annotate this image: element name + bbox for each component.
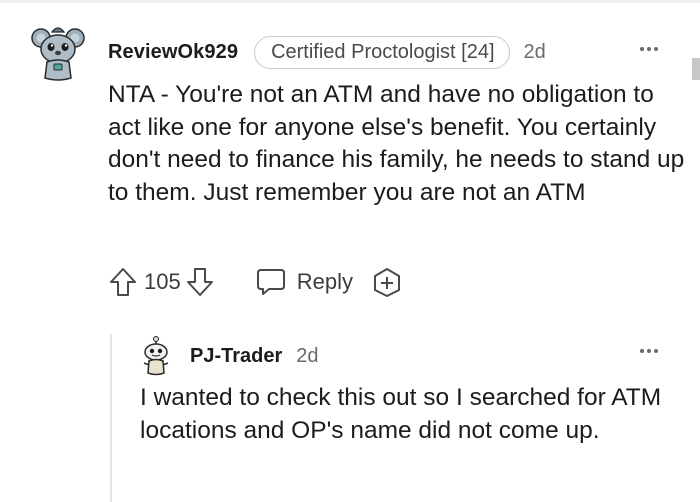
reply-age: 2d — [296, 344, 319, 367]
reply-label: Reply — [296, 269, 353, 294]
comment-body: NTA - You're not an ATM and have no obli… — [108, 81, 685, 206]
scrollbar-thumb[interactable] — [692, 58, 700, 80]
user-flair: Certified Proctologist [24] — [254, 35, 510, 69]
more-options-icon[interactable] — [640, 47, 658, 51]
award-icon[interactable] — [371, 266, 403, 298]
vote-count: 105 — [144, 269, 181, 294]
top-divider — [0, 0, 700, 3]
thread-line[interactable] — [110, 334, 112, 502]
reply-bubble-icon — [256, 269, 285, 295]
reply-meta: PJ-Trader 2d — [190, 341, 319, 371]
reply-button[interactable]: Reply — [255, 267, 353, 297]
comment-meta: ReviewOk929 Certified Proctologist [24] … — [108, 34, 546, 70]
reply-more-options-icon[interactable] — [640, 349, 658, 353]
reply-username[interactable]: PJ-Trader — [190, 345, 282, 368]
comment-username[interactable]: ReviewOk929 — [108, 41, 238, 64]
downvote-icon[interactable] — [185, 266, 215, 298]
comment-actions: 105 Reply — [108, 264, 403, 300]
reply-body: I wanted to check this out so I searched… — [140, 384, 662, 444]
comment-thread-page: ReviewOk929 Certified Proctologist [24] … — [0, 0, 700, 502]
upvote-icon[interactable] — [108, 266, 138, 298]
reply-user-avatar[interactable] — [138, 336, 174, 376]
comment-age: 2d — [523, 40, 546, 63]
user-avatar[interactable] — [30, 22, 86, 82]
